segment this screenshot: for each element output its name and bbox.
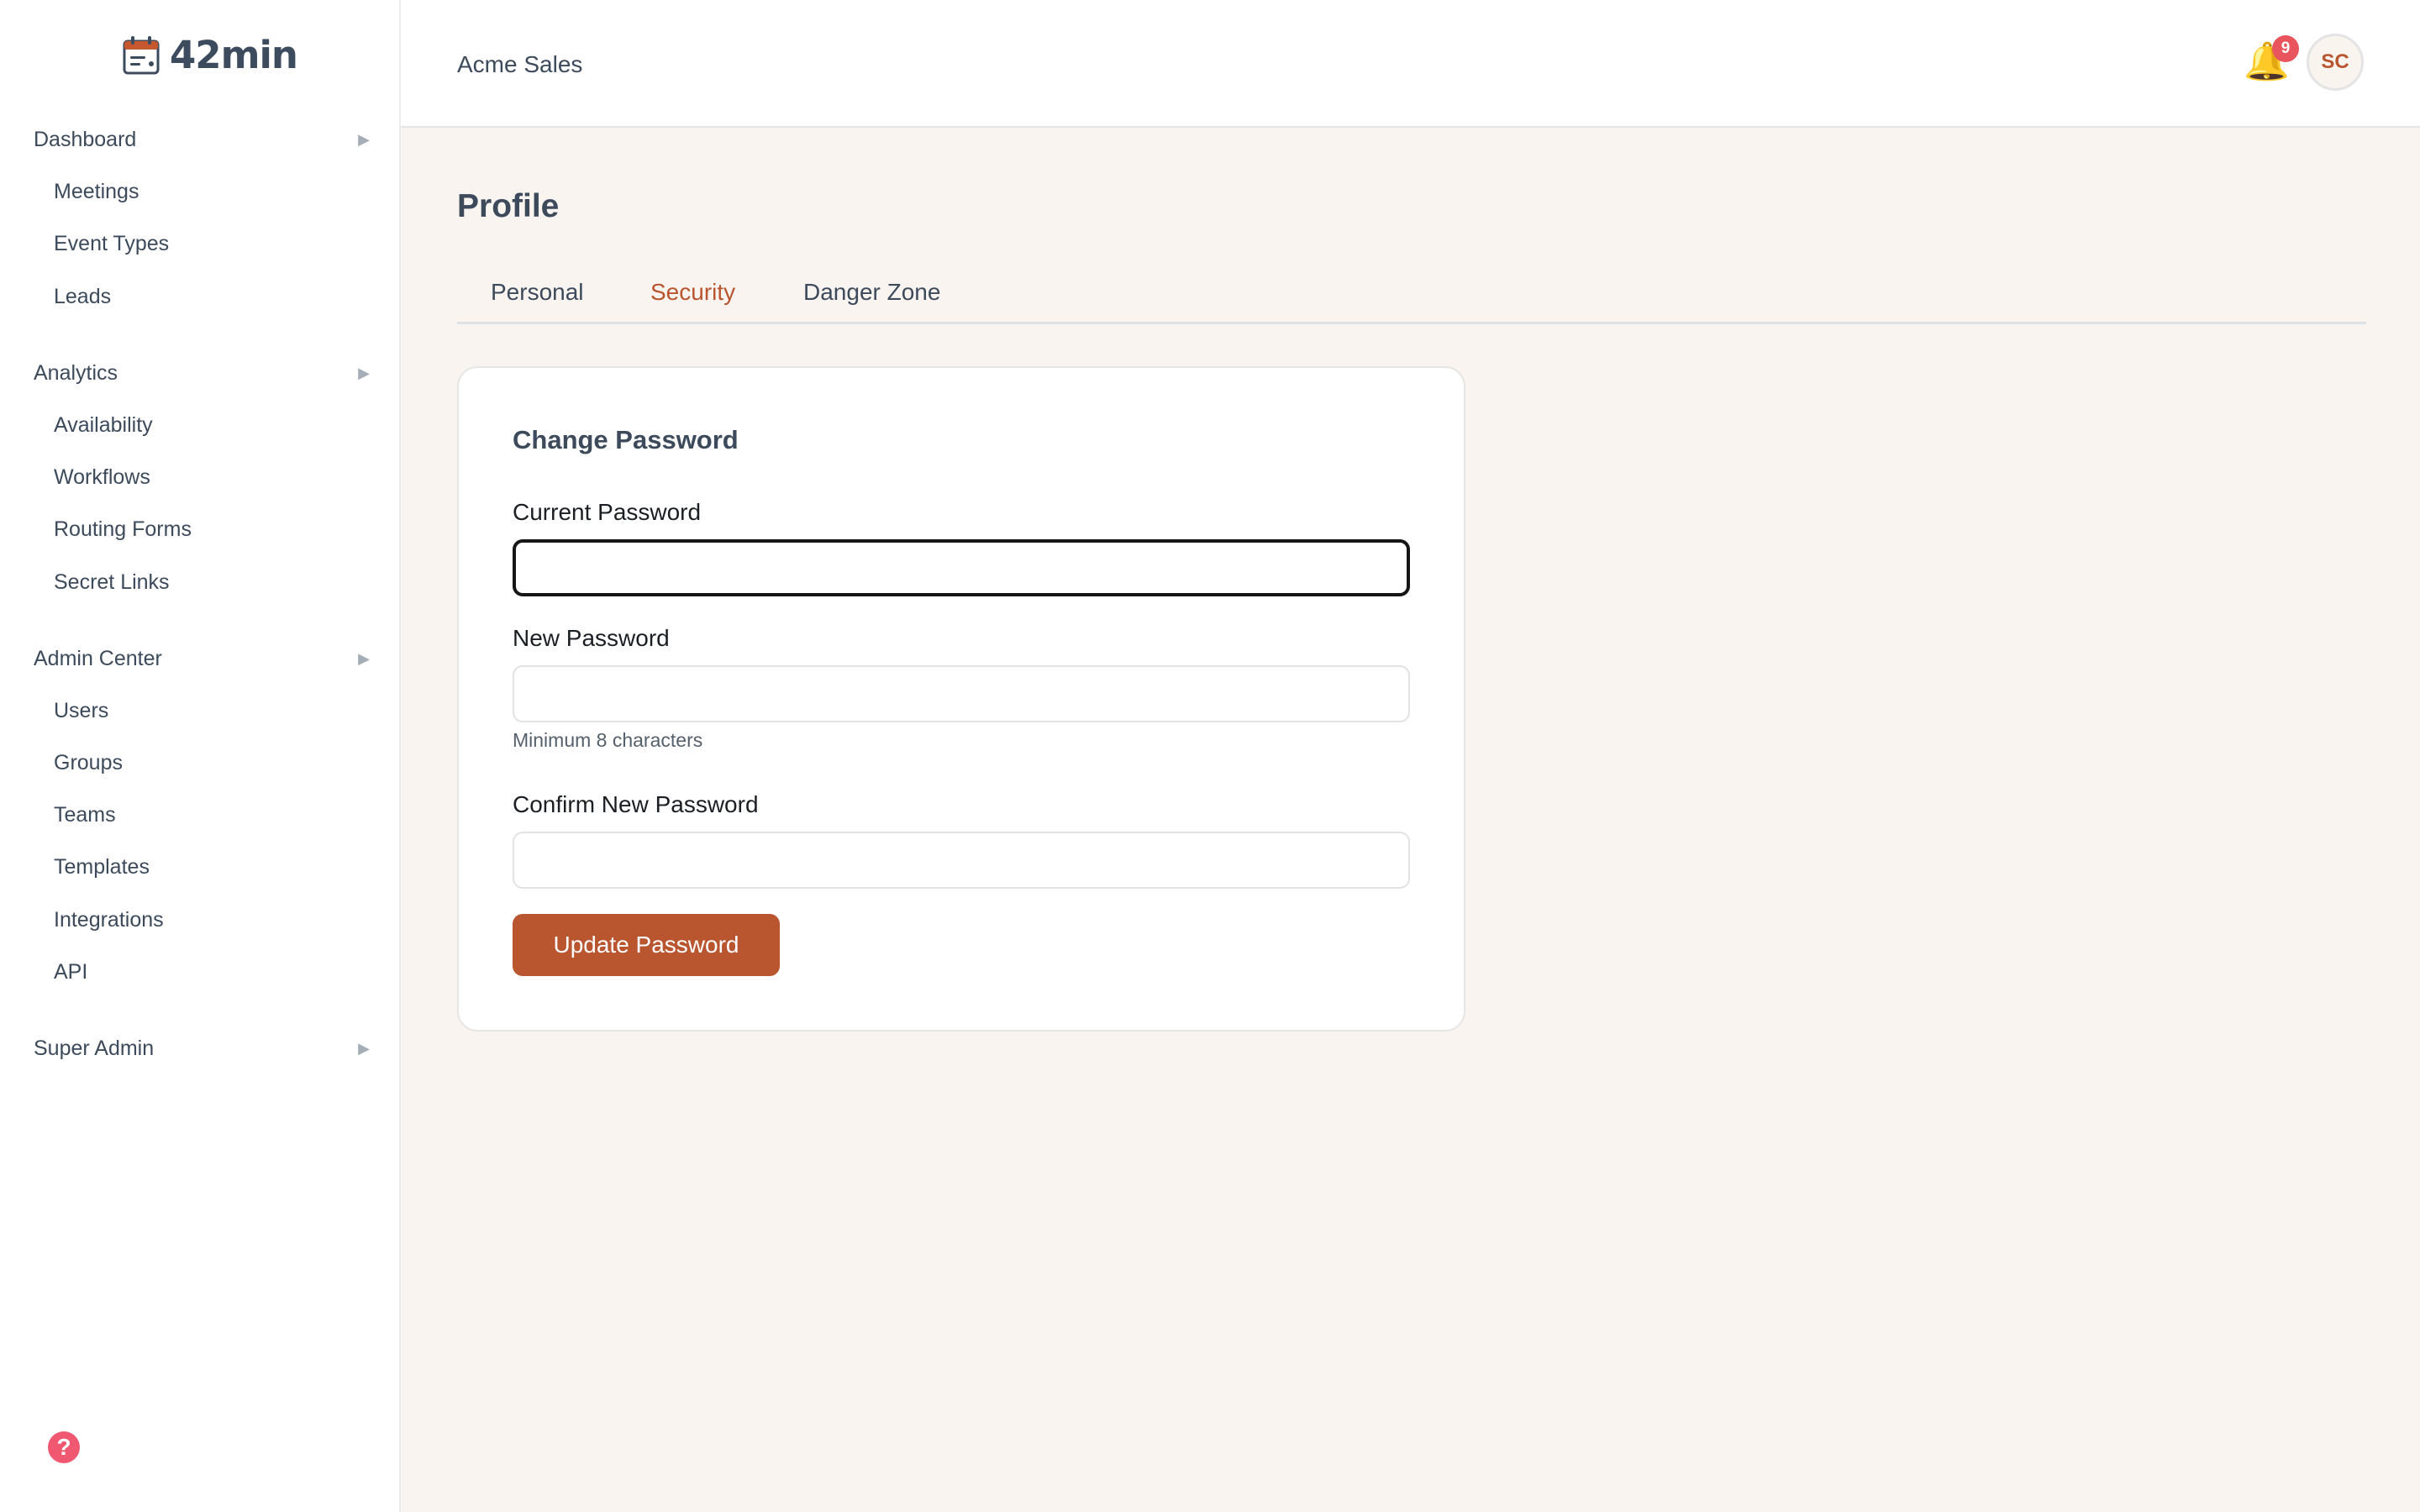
sidebar-item-availability[interactable]: Availability — [54, 413, 153, 438]
expand-arrow-icon: ▶ — [358, 1040, 370, 1057]
help-icon[interactable]: ? — [48, 1431, 80, 1463]
sidebar-section-label: Dashboard — [34, 128, 137, 151]
sidebar-section-dashboard[interactable]: Dashboard ▶ — [34, 128, 370, 152]
tab-security[interactable]: Security — [650, 279, 735, 306]
new-password-input[interactable] — [513, 665, 1410, 722]
sidebar-item-integrations[interactable]: Integrations — [54, 908, 164, 932]
current-password-label: Current Password — [513, 499, 702, 525]
top-header: Acme Sales 🔔 9 SC — [401, 0, 2420, 128]
sidebar-item-workflows[interactable]: Workflows — [54, 465, 150, 490]
tab-personal[interactable]: Personal — [491, 279, 584, 306]
notification-badge: 9 — [2272, 35, 2299, 62]
sidebar-item-secret-links[interactable]: Secret Links — [54, 570, 170, 595]
confirm-password-input[interactable] — [513, 832, 1410, 889]
sidebar: 42min Dashboard ▶ Meetings Event Types L… — [0, 0, 401, 1512]
new-password-hint: Minimum 8 characters — [513, 729, 703, 751]
expand-arrow-icon: ▶ — [358, 131, 370, 148]
confirm-password-label: Confirm New Password — [513, 791, 759, 817]
logo-text: 42min — [170, 33, 298, 77]
sidebar-item-event-types[interactable]: Event Types — [54, 232, 169, 256]
sidebar-item-meetings[interactable]: Meetings — [54, 180, 139, 204]
update-password-button[interactable]: Update Password — [513, 914, 780, 976]
sidebar-item-groups[interactable]: Groups — [54, 751, 123, 775]
expand-arrow-icon: ▶ — [358, 365, 370, 381]
sidebar-item-api[interactable]: API — [54, 960, 87, 984]
new-password-label: New Password — [513, 625, 670, 651]
change-password-card: Change Password Current Password New Pas… — [457, 366, 1465, 1032]
organization-name: Acme Sales — [457, 51, 583, 77]
avatar[interactable]: SC — [2307, 34, 2364, 91]
profile-tabs: Personal Security Danger Zone — [457, 260, 2366, 324]
calendar-icon — [123, 36, 160, 75]
sidebar-section-label: Super Admin — [34, 1037, 155, 1060]
sidebar-item-leads[interactable]: Leads — [54, 285, 111, 309]
tab-danger-zone[interactable]: Danger Zone — [803, 279, 940, 306]
sidebar-section-admin-center[interactable]: Admin Center ▶ — [34, 647, 370, 671]
logo[interactable]: 42min — [123, 32, 298, 79]
expand-arrow-icon: ▶ — [358, 650, 370, 667]
card-title: Change Password — [513, 425, 739, 454]
sidebar-item-users[interactable]: Users — [54, 699, 108, 723]
page-title: Profile — [457, 188, 560, 224]
sidebar-section-analytics[interactable]: Analytics ▶ — [34, 361, 370, 386]
sidebar-section-label: Analytics — [34, 361, 118, 385]
sidebar-item-templates[interactable]: Templates — [54, 855, 150, 879]
sidebar-section-label: Admin Center — [34, 647, 162, 670]
sidebar-section-super-admin[interactable]: Super Admin ▶ — [34, 1037, 370, 1061]
current-password-input[interactable] — [513, 539, 1410, 596]
sidebar-item-routing-forms[interactable]: Routing Forms — [54, 517, 192, 542]
sidebar-item-teams[interactable]: Teams — [54, 803, 116, 827]
